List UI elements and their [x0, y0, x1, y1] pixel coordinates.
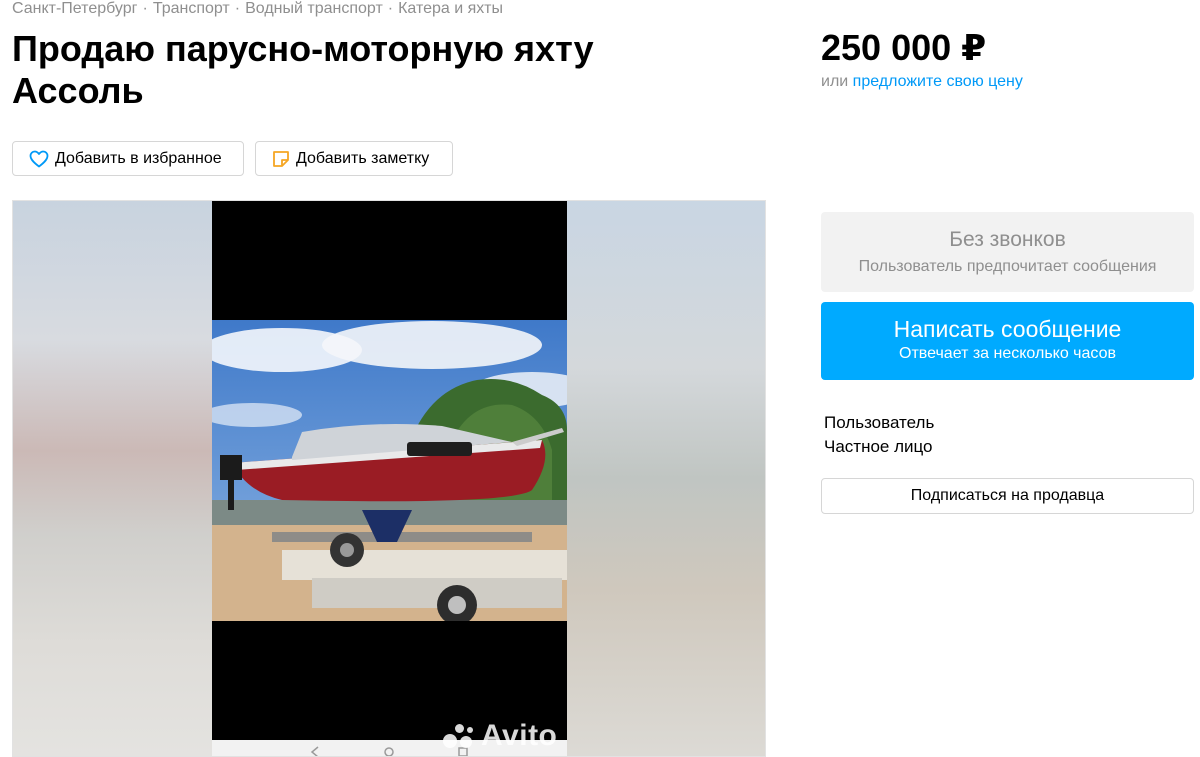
favorites-label: Добавить в избранное — [55, 149, 222, 167]
seller-type: Частное лицо — [824, 437, 933, 456]
offer-price-link[interactable]: предложите свою цену — [853, 73, 1023, 90]
breadcrumb-item[interactable]: Водный транспорт — [245, 0, 383, 17]
no-calls-title: Без звонков — [949, 228, 1066, 251]
avito-logo-icon — [443, 722, 475, 750]
price: 250 000 ₽ — [821, 27, 987, 68]
write-message-label: Написать сообщение — [893, 316, 1122, 342]
add-to-favorites-button[interactable]: Добавить в избранное — [12, 141, 244, 176]
breadcrumb-separator: · — [142, 0, 148, 17]
breadcrumb-separator: · — [234, 0, 241, 17]
response-time-label: Отвечает за несколько часов — [899, 345, 1116, 362]
breadcrumb-item[interactable]: Транспорт — [153, 0, 230, 17]
offer-prefix: или — [821, 73, 849, 90]
gallery-blur-background — [13, 201, 213, 756]
avito-watermark: Avito — [443, 719, 557, 753]
breadcrumb-separator: · — [387, 0, 394, 17]
seller-name[interactable]: Пользователь — [824, 413, 934, 433]
breadcrumb-item[interactable]: Санкт-Петербург — [12, 0, 137, 17]
write-message-button[interactable]: Написать сообщение Отвечает за несколько… — [821, 302, 1194, 380]
boat-on-trailer-photo — [212, 320, 567, 621]
add-note-button[interactable]: Добавить заметку — [255, 141, 453, 176]
breadcrumb-item[interactable]: Катера и яхты — [398, 0, 503, 17]
no-calls-subtitle: Пользователь предпочитает сообщения — [858, 258, 1157, 275]
main-photo[interactable] — [212, 201, 567, 756]
subscribe-seller-button[interactable]: Подписаться на продавца — [821, 478, 1194, 514]
page-title: Продаю парусно-моторную яхту Ассоль — [12, 28, 594, 111]
note-label: Добавить заметку — [296, 149, 430, 167]
note-icon — [272, 150, 290, 168]
breadcrumb: Санкт-Петербург · Транспорт · Водный транспо… — [12, 0, 503, 18]
gallery-blur-background — [565, 201, 765, 756]
watermark-text: Avito — [481, 719, 558, 752]
photo-gallery[interactable]: Avito — [12, 200, 766, 757]
heart-icon — [29, 150, 49, 168]
price-offer: или предложите свою цену — [821, 73, 1023, 91]
no-calls-notice: Без звонков Пользователь предпочитает со… — [821, 212, 1194, 292]
